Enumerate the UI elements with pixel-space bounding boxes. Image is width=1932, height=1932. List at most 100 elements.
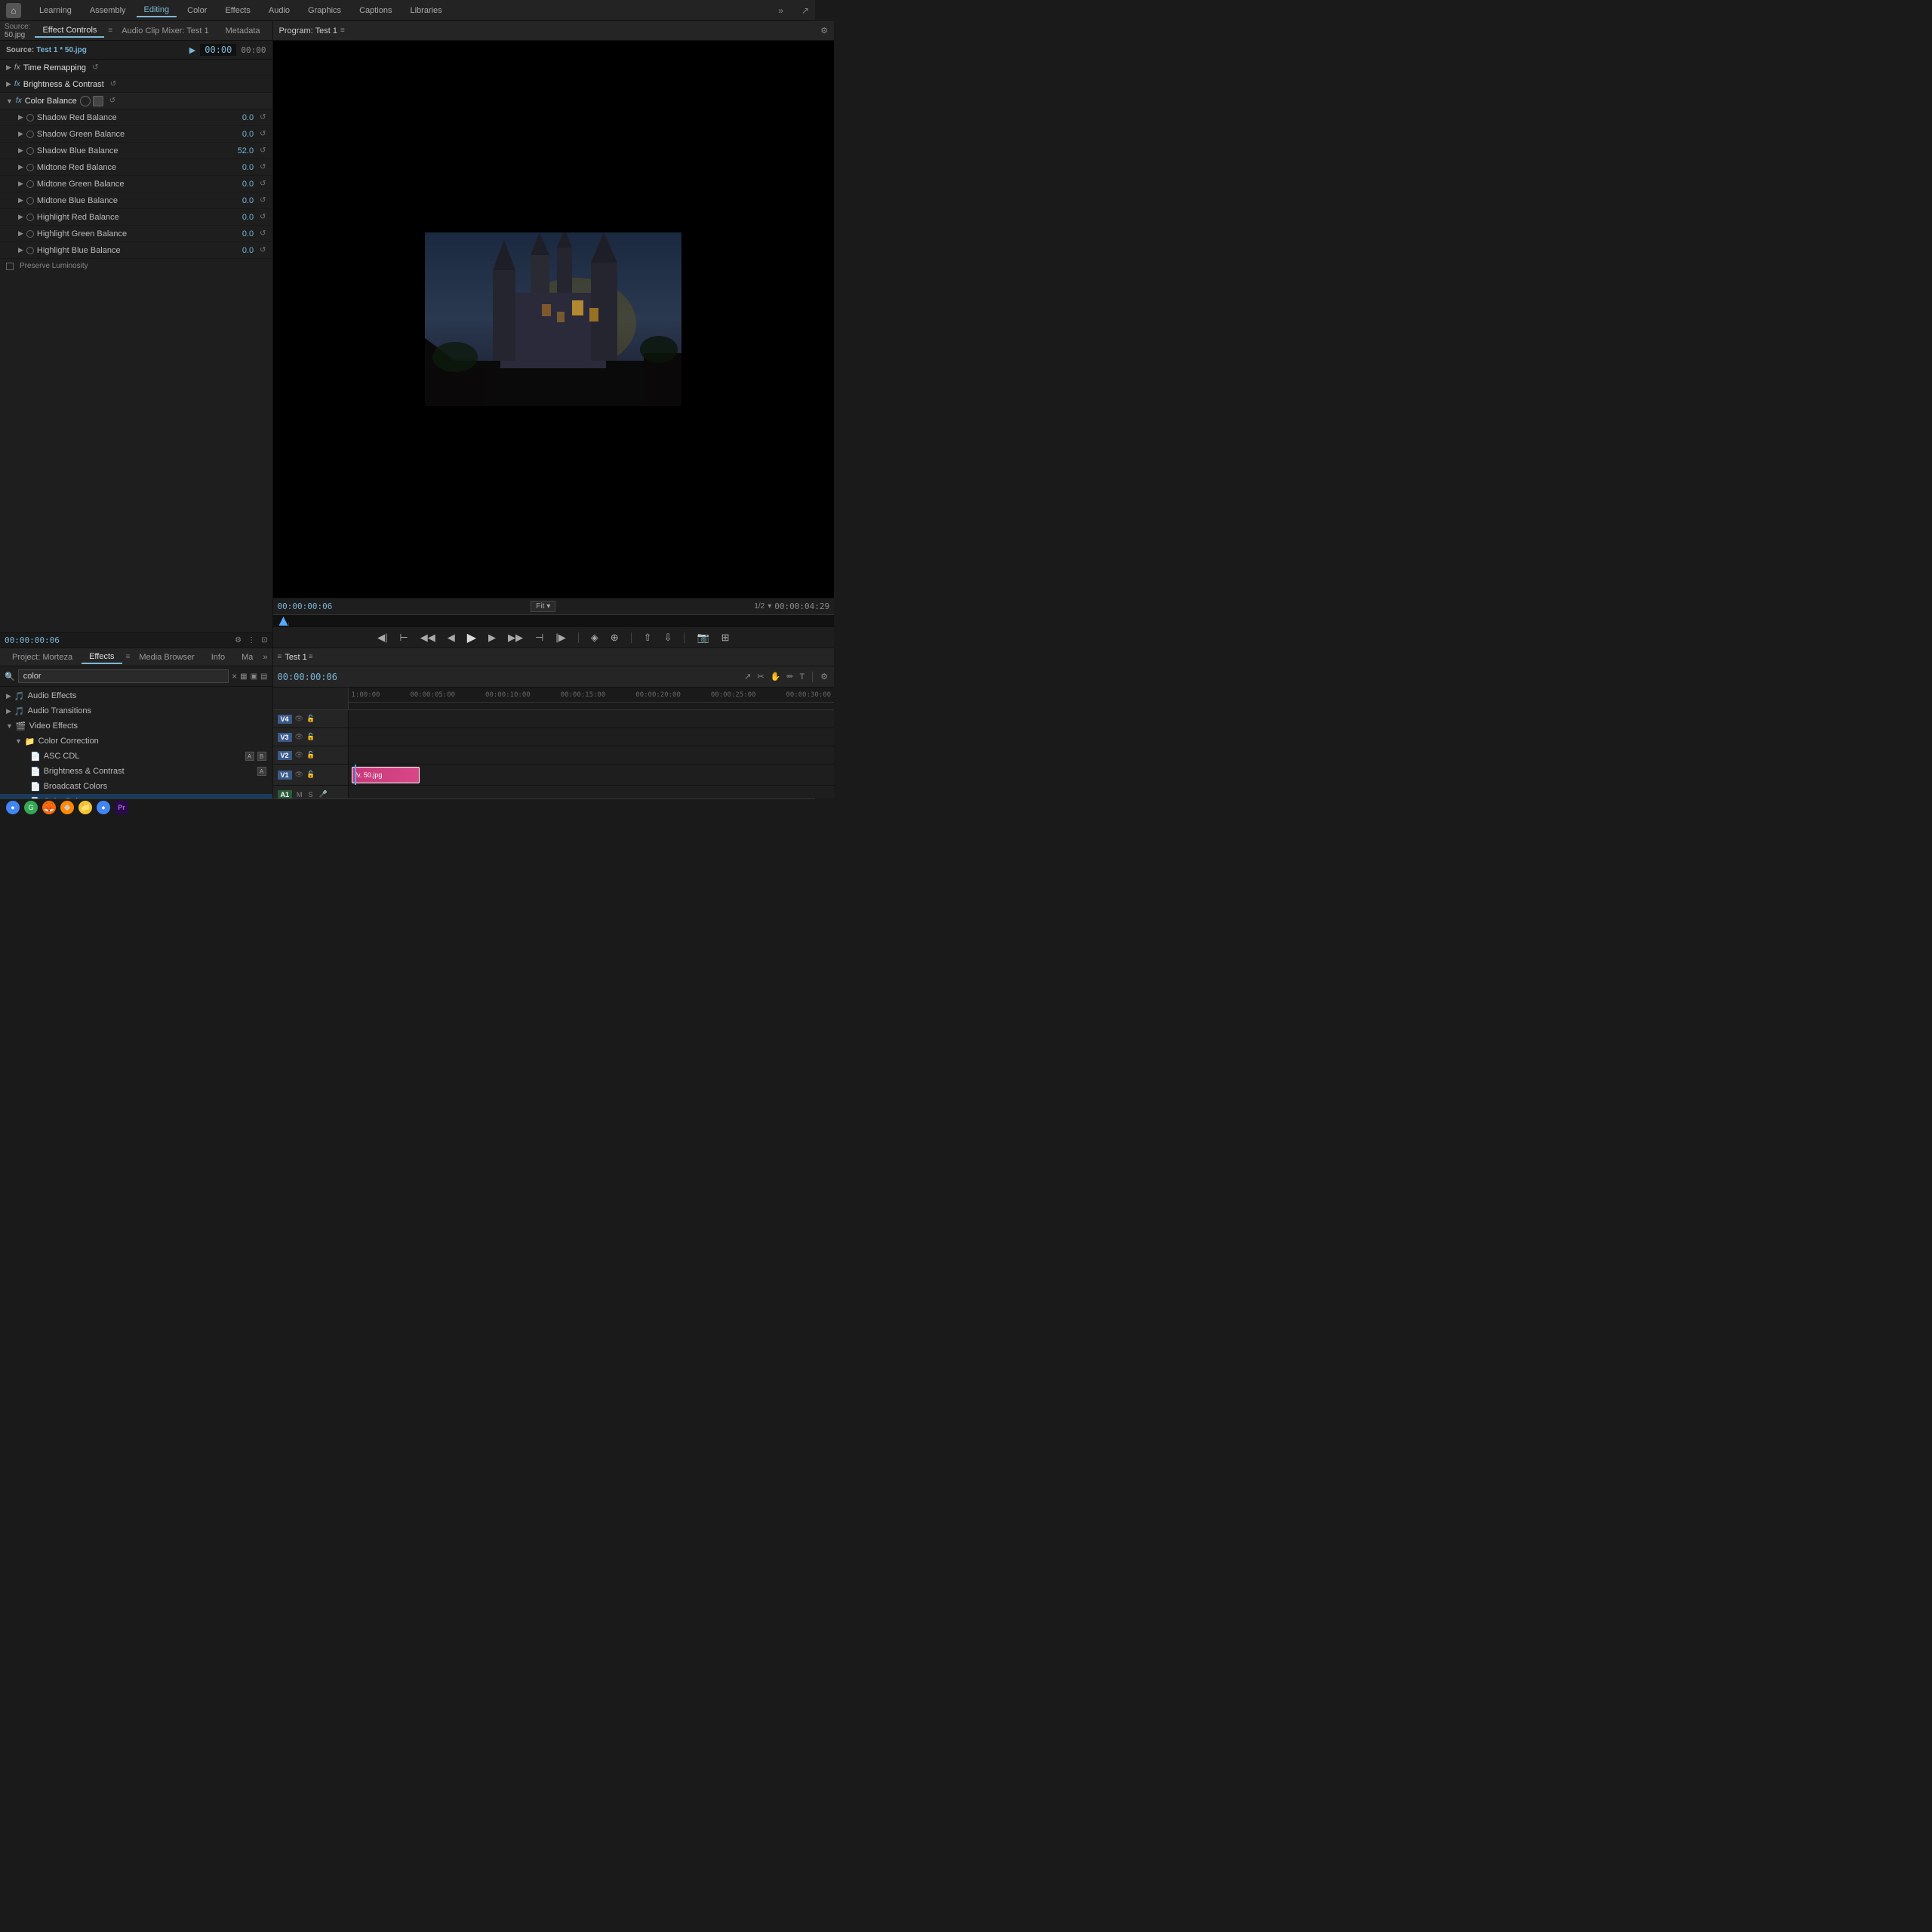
btn-forward[interactable]: ▶▶ xyxy=(505,630,526,645)
nav-color[interactable]: Color xyxy=(180,5,214,17)
shadow-blue-circle[interactable] xyxy=(26,147,34,155)
shadow-green-reset[interactable]: ↺ xyxy=(260,130,266,138)
tree-item-audio-transitions[interactable]: ▶ 🎵 Audio Transitions xyxy=(0,703,272,718)
taskbar-google[interactable]: G xyxy=(24,801,38,814)
nav-effects[interactable]: Effects xyxy=(217,5,257,17)
search-clear-button[interactable]: × xyxy=(232,671,237,681)
a1-mic[interactable]: 🎤 xyxy=(318,790,329,798)
nav-more-button[interactable]: » xyxy=(778,5,783,16)
color-balance-expand[interactable]: ▼ xyxy=(6,97,13,105)
midtone-blue-value[interactable]: 0.0 xyxy=(242,196,254,205)
highlight-green-expand[interactable]: ▶ xyxy=(18,229,23,238)
shadow-red-reset[interactable]: ↺ xyxy=(260,113,266,122)
midtone-green-expand[interactable]: ▶ xyxy=(18,180,23,188)
nav-editing[interactable]: Editing xyxy=(137,4,177,17)
btn-add-marker[interactable]: ⊕ xyxy=(608,630,622,645)
preserve-luminosity-checkbox[interactable] xyxy=(6,263,14,270)
highlight-green-reset[interactable]: ↺ xyxy=(260,229,266,238)
btn-fwd-frame[interactable]: ▶ xyxy=(485,630,499,645)
a1-mute[interactable]: M xyxy=(295,791,304,798)
midtone-red-reset[interactable]: ↺ xyxy=(260,163,266,171)
shadow-green-circle[interactable] xyxy=(26,131,34,138)
btn-pm-settings[interactable]: ⊞ xyxy=(718,630,733,645)
highlight-blue-value[interactable]: 0.0 xyxy=(242,246,254,255)
midtone-red-expand[interactable]: ▶ xyxy=(18,163,23,171)
highlight-red-expand[interactable]: ▶ xyxy=(18,213,23,221)
brightness-expand[interactable]: ▶ xyxy=(6,80,11,88)
tree-item-color-balance[interactable]: 📄 Color Balance xyxy=(0,794,272,798)
taskbar-folder[interactable]: 📁 xyxy=(78,801,92,814)
btn-play[interactable]: ▶ xyxy=(464,629,479,647)
highlight-blue-reset[interactable]: ↺ xyxy=(260,246,266,254)
ec-play-button[interactable]: ▶ xyxy=(189,45,195,55)
shadow-red-expand[interactable]: ▶ xyxy=(18,113,23,122)
time-remapping-expand[interactable]: ▶ xyxy=(6,63,11,72)
taskbar-firefox[interactable]: 🦊 xyxy=(42,801,56,814)
v4-eye-icon[interactable]: 👁 xyxy=(295,715,303,723)
btn-extract[interactable]: ⇩ xyxy=(661,630,675,645)
pm-playhead-bar[interactable] xyxy=(273,614,835,626)
tab-effects[interactable]: Effects xyxy=(82,651,122,664)
highlight-blue-circle[interactable] xyxy=(26,247,34,254)
midtone-green-reset[interactable]: ↺ xyxy=(260,180,266,188)
tree-item-broadcast-colors[interactable]: 📄 Broadcast Colors xyxy=(0,779,272,794)
v4-lock-icon[interactable]: 🔓 xyxy=(306,715,315,723)
tl-btn-razor[interactable]: ✂ xyxy=(755,670,765,683)
taskbar-app1[interactable]: ◆ xyxy=(60,801,74,814)
nav-learning[interactable]: Learning xyxy=(32,5,79,17)
brightness-reset[interactable]: ↺ xyxy=(110,80,116,88)
shadow-green-value[interactable]: 0.0 xyxy=(242,130,254,139)
pm-page-chevron[interactable]: ▾ xyxy=(768,602,771,611)
timeline-tab-test1[interactable]: Test 1 xyxy=(285,653,306,662)
btn-rewind[interactable]: ◀◀ xyxy=(417,630,438,645)
btn-step-fwd[interactable]: |▶ xyxy=(552,630,568,645)
tree-item-color-correction[interactable]: ▼ 📁 Color Correction xyxy=(0,734,272,749)
btn-lift[interactable]: ⇧ xyxy=(641,630,655,645)
highlight-red-circle[interactable] xyxy=(26,214,34,221)
v1-lock-icon[interactable]: 🔓 xyxy=(306,771,315,779)
search-icon2[interactable]: ▣ xyxy=(251,672,257,681)
midtone-blue-expand[interactable]: ▶ xyxy=(18,196,23,205)
track-a1-content[interactable] xyxy=(349,786,835,798)
v3-lock-icon[interactable]: 🔓 xyxy=(306,733,315,741)
midtone-green-circle[interactable] xyxy=(26,180,34,188)
search-icon1[interactable]: ▦ xyxy=(240,672,247,681)
midtone-red-circle[interactable] xyxy=(26,164,34,171)
midtone-blue-circle[interactable] xyxy=(26,197,34,205)
panel-more-button[interactable]: » xyxy=(263,653,267,662)
color-balance-reset[interactable]: ↺ xyxy=(109,97,115,105)
time-remapping-reset[interactable]: ↺ xyxy=(92,63,98,72)
btn-next-edit[interactable]: ⊣ xyxy=(532,630,546,645)
nav-assembly[interactable]: Assembly xyxy=(82,5,134,17)
btn-marker[interactable]: ◈ xyxy=(588,630,601,645)
tree-item-audio-effects[interactable]: ▶ 🎵 Audio Effects xyxy=(0,688,272,703)
track-v4-content[interactable] xyxy=(349,710,835,728)
midtone-green-value[interactable]: 0.0 xyxy=(242,180,254,189)
ec-home-btn[interactable]: ⊡ xyxy=(261,636,267,645)
tab-metadata[interactable]: Metadata xyxy=(218,25,268,37)
v1-eye-icon[interactable]: 👁 xyxy=(295,771,303,779)
shadow-blue-value[interactable]: 52.0 xyxy=(238,146,254,155)
midtone-red-value[interactable]: 0.0 xyxy=(242,163,254,172)
nav-libraries[interactable]: Libraries xyxy=(402,5,449,17)
search-input[interactable] xyxy=(18,669,229,683)
shadow-green-expand[interactable]: ▶ xyxy=(18,130,23,138)
v2-lock-icon[interactable]: 🔓 xyxy=(306,751,315,759)
tab-effect-controls[interactable]: Effect Controls xyxy=(35,24,104,38)
nav-graphics[interactable]: Graphics xyxy=(300,5,349,17)
tab-ma[interactable]: Ma xyxy=(234,651,260,663)
shadow-blue-expand[interactable]: ▶ xyxy=(18,146,23,155)
btn-prev-edit[interactable]: ⊢ xyxy=(396,630,411,645)
nav-audio[interactable]: Audio xyxy=(261,5,297,17)
midtone-blue-reset[interactable]: ↺ xyxy=(260,196,266,205)
highlight-red-reset[interactable]: ↺ xyxy=(260,213,266,221)
tl-btn-hand[interactable]: ✋ xyxy=(769,670,783,683)
export-button[interactable]: ↗ xyxy=(801,5,809,16)
track-v3-content[interactable] xyxy=(349,728,835,746)
v1-clip[interactable]: fv. 50.jpg xyxy=(352,767,420,783)
pm-fit-dropdown[interactable]: Fit ▾ xyxy=(531,601,555,612)
a1-solo[interactable]: S xyxy=(307,791,315,798)
pm-settings-icon[interactable]: ⚙ xyxy=(820,26,828,35)
color-pen-icon[interactable] xyxy=(93,96,103,106)
track-v2-content[interactable] xyxy=(349,746,835,764)
